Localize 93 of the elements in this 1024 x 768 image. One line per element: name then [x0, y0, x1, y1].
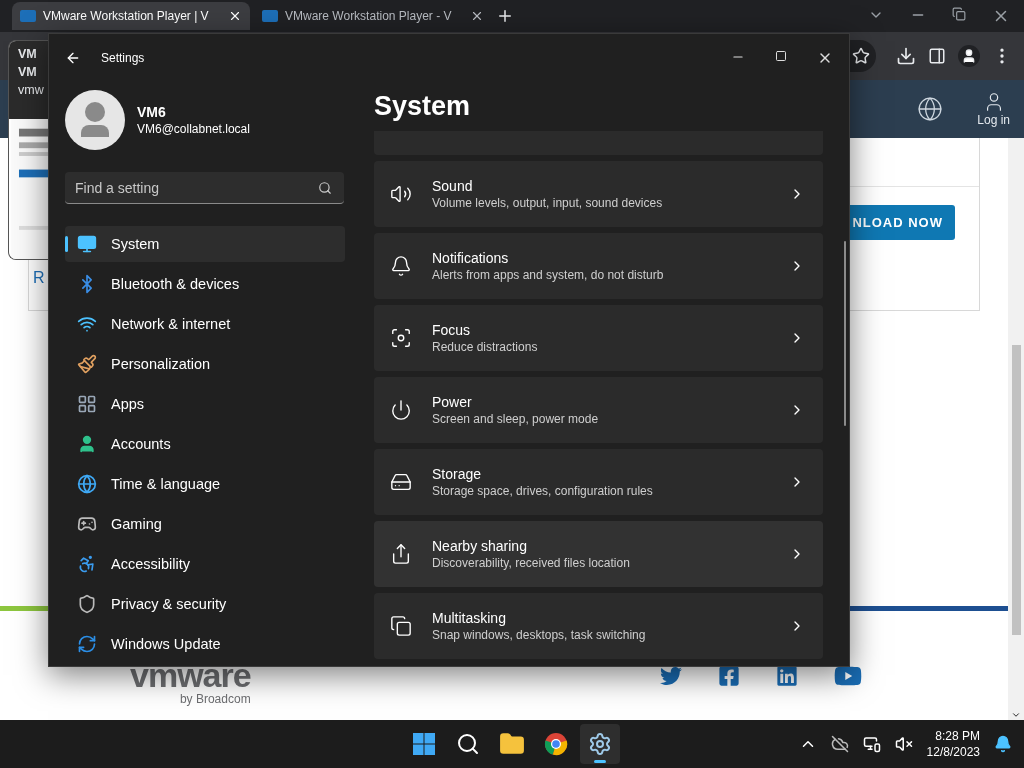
nav-item[interactable]: Time & language	[65, 466, 345, 502]
maximize-icon[interactable]	[775, 49, 787, 62]
new-tab-icon[interactable]	[496, 7, 514, 25]
site-favicon	[20, 10, 36, 22]
person-icon	[77, 434, 97, 454]
card-subtitle: Alerts from apps and system, do not disturb	[432, 268, 665, 282]
accessibility-icon	[77, 554, 97, 574]
taskbar-app[interactable]	[580, 724, 620, 764]
settings-card[interactable]: Sound Volume levels, output, input, sound devices	[374, 161, 823, 227]
nav-item[interactable]: Apps	[65, 386, 345, 422]
card-subtitle: Screen and sleep, power mode	[432, 412, 600, 426]
preview-text: VM	[18, 65, 38, 79]
browser-tab[interactable]: VMware Workstation Player - V	[254, 2, 492, 30]
cloud-off-icon[interactable]	[830, 735, 849, 753]
settings-card[interactable]: Notifications Alerts from apps and system, do not disturb	[374, 233, 823, 299]
drive-icon	[390, 471, 412, 493]
bird-icon[interactable]	[660, 665, 682, 687]
shield-icon	[77, 594, 97, 614]
search-icon	[318, 181, 332, 195]
power-icon	[390, 399, 412, 421]
folder-icon	[499, 731, 525, 757]
settings-card[interactable]: Multitasking Snap windows, desktops, task switching	[374, 593, 823, 659]
nav-item[interactable]: Privacy & security	[65, 586, 345, 622]
share-icon	[390, 543, 412, 565]
preview-text: vmw	[18, 83, 45, 97]
wifi-icon	[77, 314, 97, 334]
scrollbar[interactable]	[1008, 138, 1024, 720]
download-icon[interactable]	[896, 46, 916, 66]
nav-item[interactable]: Accessibility	[65, 546, 345, 582]
star-icon[interactable]	[852, 47, 870, 65]
linkedin-icon[interactable]	[776, 665, 798, 687]
card-title: Notifications	[432, 250, 510, 266]
speaker-muted-icon[interactable]	[894, 735, 913, 753]
nav-item[interactable]: Gaming	[65, 506, 345, 542]
nav-item[interactable]: System	[65, 226, 345, 262]
nav-item[interactable]: Personalization	[65, 346, 345, 382]
settings-card[interactable]: Nearby sharing Discoverability, received files location	[374, 521, 823, 587]
card-title: Nearby sharing	[432, 538, 528, 554]
card-text: R	[33, 269, 45, 287]
card-subtitle: Storage space, drives, configuration rules	[432, 484, 654, 498]
start-icon	[412, 732, 436, 756]
chrome-icon	[544, 732, 568, 756]
globe-icon	[77, 474, 97, 494]
close-icon[interactable]	[228, 9, 242, 23]
nav-item[interactable]: Network & internet	[65, 306, 345, 342]
bell-icon	[390, 255, 412, 277]
tab-title: VMware Workstation Player | V	[43, 9, 209, 23]
facebook-icon[interactable]	[718, 665, 740, 687]
nav-item[interactable]: Bluetooth & devices	[65, 266, 345, 302]
download-button[interactable]: NLOAD NOW	[848, 205, 955, 240]
refresh-icon	[77, 634, 97, 654]
monitor-icon[interactable]	[862, 735, 881, 753]
gamepad-icon	[77, 514, 97, 534]
card-subtitle: Snap windows, desktops, task switching	[432, 628, 647, 642]
user-name: VM6	[137, 103, 167, 120]
settings-card[interactable]: Storage Storage space, drives, configuration rules	[374, 449, 823, 515]
gear-icon	[588, 732, 612, 756]
login-link[interactable]: Log in	[977, 91, 1010, 127]
tab-title: VMware Workstation Player - V	[285, 9, 452, 23]
apps-grid-icon	[77, 394, 97, 414]
focus-icon	[390, 327, 412, 349]
globe-icon[interactable]	[917, 96, 944, 122]
caret-down-icon[interactable]	[1011, 710, 1021, 720]
search-icon	[456, 732, 480, 756]
nav-item[interactable]: Accounts	[65, 426, 345, 462]
card-title: Power	[432, 394, 473, 410]
brand-subtitle: by Broadcom	[179, 692, 251, 706]
close-icon[interactable]	[470, 9, 484, 23]
clock[interactable]: 8:28 PM 12/8/2023	[926, 728, 980, 760]
card-title: Storage	[432, 466, 483, 482]
bell-icon[interactable]	[994, 735, 1012, 753]
profile-icon[interactable]	[958, 45, 980, 67]
settings-card[interactable]: Power Screen and sleep, power mode	[374, 377, 823, 443]
card-title: Sound	[432, 178, 474, 194]
user-email: VM6@collabnet.local	[137, 121, 250, 136]
card-title: Focus	[432, 322, 472, 338]
monitor-icon	[77, 234, 97, 254]
restore-icon[interactable]	[952, 7, 966, 21]
settings-card[interactable]: Focus Reduce distractions	[374, 305, 823, 371]
speaker-icon	[390, 183, 412, 205]
site-favicon	[262, 10, 278, 22]
preview-text: VM	[18, 47, 38, 61]
windows-stack-icon	[390, 615, 412, 637]
card-subtitle: Volume levels, output, input, sound devices	[432, 196, 664, 210]
paintbrush-icon	[77, 354, 97, 374]
window-title: Settings	[101, 50, 145, 65]
search-field[interactable]: Find a setting	[65, 172, 344, 204]
page-heading: System	[374, 89, 472, 123]
browser-tab[interactable]: VMware Workstation Player | V	[12, 2, 250, 30]
card-subtitle: Reduce distractions	[432, 340, 539, 354]
card-subtitle: Discoverability, received files location	[432, 556, 631, 570]
card-title: Multitasking	[432, 610, 507, 626]
side-panel-icon[interactable]	[928, 47, 946, 65]
